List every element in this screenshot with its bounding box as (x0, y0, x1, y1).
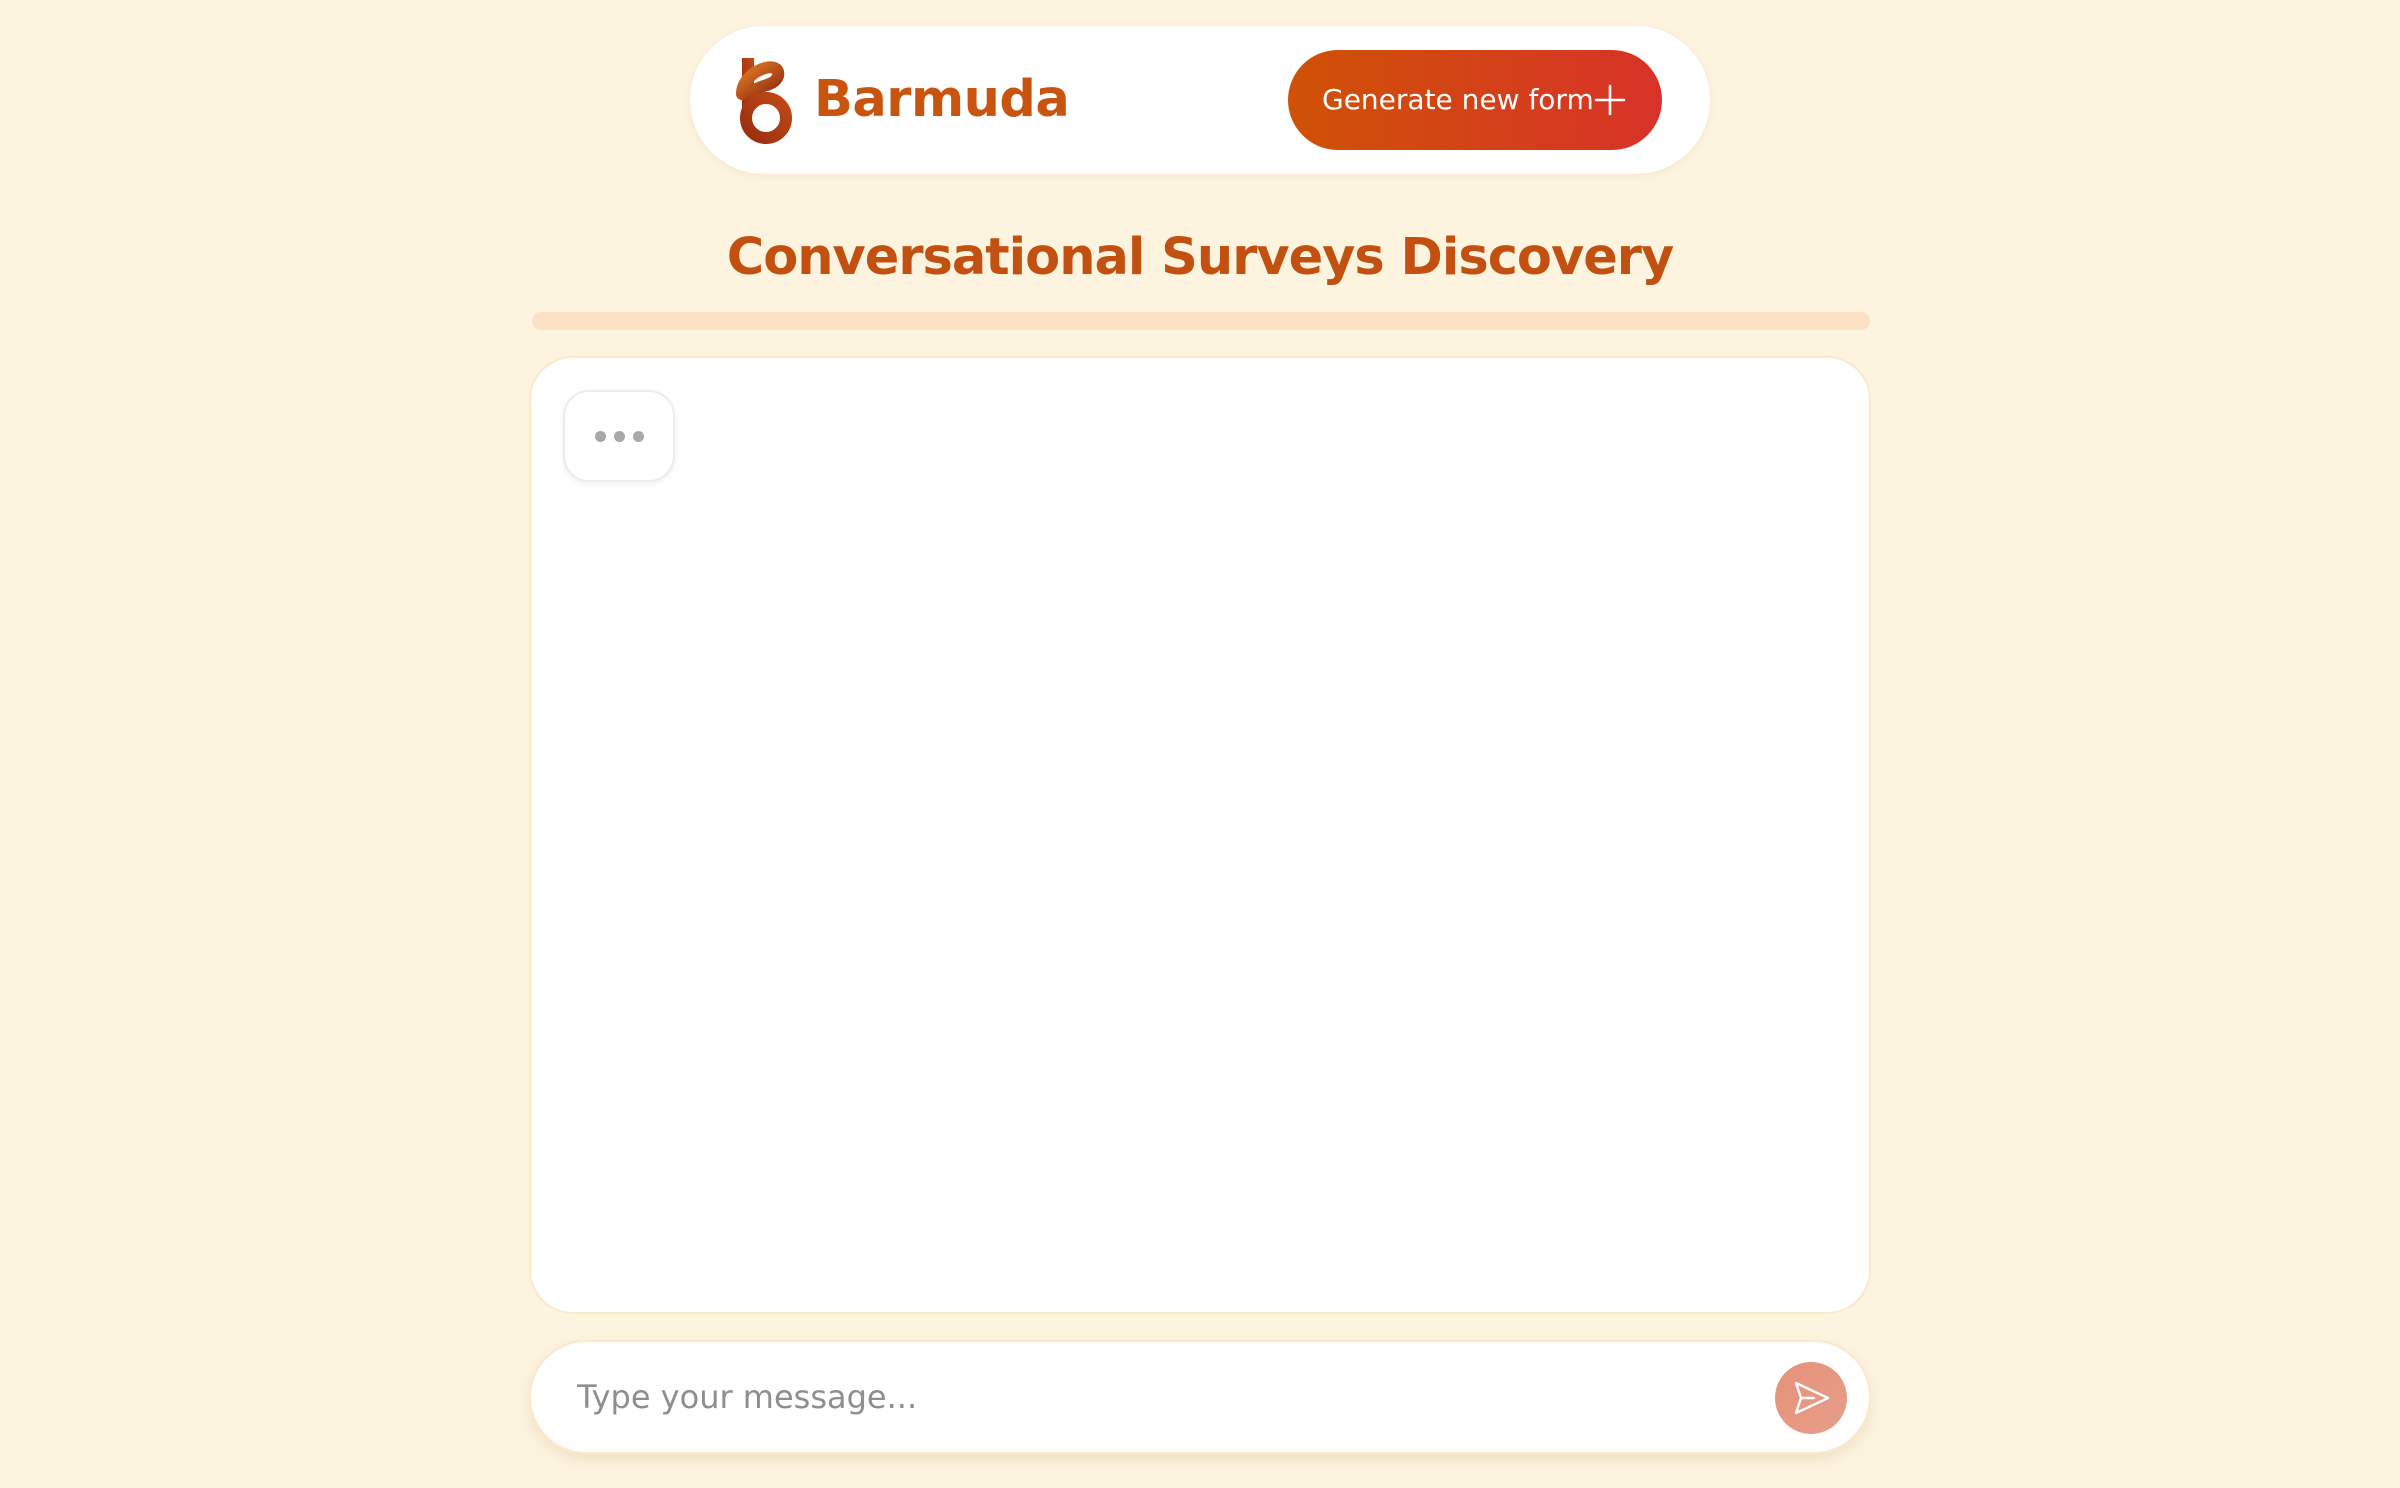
brand-name[interactable]: Barmuda (814, 66, 1070, 134)
survey-progress-bar (532, 312, 1870, 330)
barmuda-logo-icon[interactable] (734, 54, 798, 146)
plus-icon (1594, 84, 1626, 116)
ellipsis-icon (594, 430, 606, 442)
generate-new-form-button[interactable]: Generate new form (1288, 50, 1662, 150)
typing-indicator (563, 390, 675, 482)
message-input[interactable] (577, 1366, 1717, 1428)
message-composer (529, 1340, 1871, 1454)
ellipsis-icon (632, 430, 644, 442)
top-nav-bar: Barmuda Generate new form (690, 26, 1710, 174)
page-title: Conversational Surveys Discovery (726, 228, 1674, 287)
send-button[interactable] (1775, 1362, 1847, 1434)
ellipsis-icon (613, 430, 625, 442)
send-icon (1794, 1381, 1830, 1415)
generate-new-form-label: Generate new form (1322, 83, 1594, 116)
chat-messages-panel[interactable] (529, 356, 1871, 1314)
